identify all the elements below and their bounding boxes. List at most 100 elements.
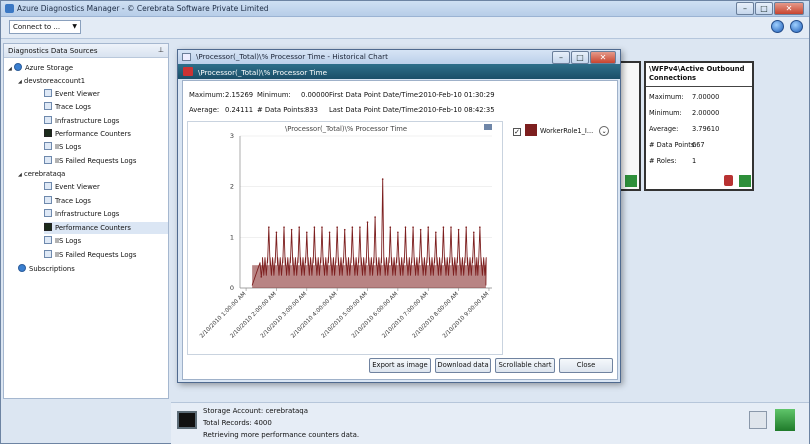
chart-icon[interactable] — [724, 175, 733, 186]
dialog-title-bar: \Processor(_Total)\% Processor Time - Hi… — [178, 50, 620, 64]
data-point — [389, 226, 392, 228]
scrollable-chart-button[interactable]: Scrollable chart — [495, 358, 555, 373]
tree-performance-counters[interactable]: Performance Counters — [44, 128, 131, 140]
last-value: 2010-Feb-10 08:42:35 — [419, 106, 495, 114]
close-button[interactable]: Close — [559, 358, 613, 373]
first-label: First Data Point Date/Time: — [329, 91, 421, 99]
download-data-button[interactable]: Download data — [435, 358, 491, 373]
data-point — [328, 231, 331, 234]
maximize-button[interactable]: □ — [755, 2, 773, 15]
banner-title: \Processor(_Total)\% Processor Time — [198, 68, 328, 77]
tree-label: devstoreaccount1 — [24, 77, 86, 85]
tree-iis-failed-requests[interactable]: IIS Failed Requests Logs — [44, 155, 136, 167]
tree-label: Trace Logs — [55, 197, 91, 205]
close-window-button[interactable]: ✕ — [774, 2, 804, 15]
tree-azure-storage[interactable]: ◢ Azure Storage — [8, 62, 73, 74]
y-tick-label: 3 — [230, 132, 234, 140]
avg-label: Average: — [189, 106, 220, 114]
tree-performance-counters-selected[interactable]: Performance Counters — [44, 222, 168, 234]
stat-value: 2.00000 — [692, 109, 720, 117]
tree-infrastructure-logs[interactable]: Infrastructure Logs — [44, 208, 119, 220]
tree-iis-failed-requests[interactable]: IIS Failed Requests Logs — [44, 249, 136, 261]
sidebar-title: Diagnostics Data Sources — [8, 47, 98, 55]
pin-icon[interactable]: ⊥ — [158, 46, 164, 54]
data-point — [442, 226, 445, 228]
stat-label: Maximum: — [649, 93, 684, 101]
tree-label: IIS Logs — [55, 143, 82, 151]
app-window: Azure Diagnostics Manager - © Cerebrata … — [0, 0, 810, 444]
dialog-body: Maximum: 2.15269 Minimum: 0.00000 First … — [182, 80, 618, 380]
tree-label: IIS Logs — [55, 237, 82, 245]
tree-trace-logs[interactable]: Trace Logs — [44, 101, 91, 113]
tree-infrastructure-logs[interactable]: Infrastructure Logs — [44, 115, 119, 127]
tree-label: Subscriptions — [29, 265, 75, 273]
tree-trace-logs[interactable]: Trace Logs — [44, 195, 91, 207]
data-point — [450, 226, 452, 228]
table-icon — [44, 196, 52, 204]
table-icon — [44, 209, 52, 217]
monitor-icon — [44, 223, 52, 231]
info-icon[interactable] — [771, 20, 784, 33]
tree-devstoreaccount1[interactable]: ◢ devstoreaccount1 — [18, 75, 85, 87]
chevron-down-icon[interactable]: ⌄ — [599, 126, 610, 136]
download-icon[interactable] — [775, 409, 795, 431]
app-icon — [5, 4, 14, 13]
min-value: 0.00000 — [301, 91, 330, 99]
minimize-button[interactable]: – — [736, 2, 754, 15]
tree-cerebrataqa[interactable]: ◢ cerebrataqa — [18, 168, 65, 180]
data-point — [359, 226, 361, 228]
chart-area: \Processor(_Total)\% Processor Time 0123… — [187, 121, 503, 355]
toolbar: Connect to ... ▼ — [1, 17, 809, 39]
chart-legend: ✓ WorkerRole1_I... ⌄ — [513, 124, 610, 136]
y-tick-label: 1 — [230, 233, 234, 241]
avg-value: 0.24111 — [225, 106, 254, 114]
table-icon — [44, 142, 52, 150]
chart-svg: 01232/10/2010 1:00:00 AM2/10/2010 2:00:0… — [199, 132, 492, 340]
points-label: # Data Points: — [257, 106, 306, 114]
tree-event-viewer[interactable]: Event Viewer — [44, 181, 100, 193]
series-checkbox[interactable]: ✓ — [513, 128, 521, 136]
cancel-icon[interactable] — [749, 411, 767, 429]
sidebar: Diagnostics Data Sources ⊥ ◢ Azure Storag… — [3, 43, 169, 399]
series-swatch — [525, 124, 537, 136]
sidebar-header: Diagnostics Data Sources ⊥ — [4, 44, 168, 58]
dialog-close-icon[interactable]: ✕ — [590, 51, 616, 64]
help-icon[interactable] — [790, 20, 803, 33]
tree-label: Performance Counters — [55, 224, 131, 232]
stat-label: # Roles: — [649, 157, 677, 165]
data-point — [397, 231, 399, 234]
tree-iis-logs[interactable]: IIS Logs — [44, 141, 81, 153]
tree-label: cerebrataqa — [24, 170, 66, 178]
download-icon[interactable] — [625, 175, 637, 187]
status-records: Total Records: 4000 — [203, 419, 272, 427]
status-account: Storage Account: cerebrataqa — [203, 407, 309, 415]
data-point — [366, 221, 369, 223]
tree-label: Event Viewer — [55, 90, 100, 98]
legend-label: WorkerRole1_I... — [540, 127, 594, 135]
data-point — [305, 231, 308, 234]
data-point — [374, 216, 376, 218]
export-image-button[interactable]: Export as image — [369, 358, 431, 373]
tree-label: Azure Storage — [25, 64, 74, 72]
min-label: Minimum: — [257, 91, 291, 99]
tree-event-viewer[interactable]: Event Viewer — [44, 88, 100, 100]
data-point — [479, 226, 481, 228]
collapse-icon[interactable]: ◢ — [8, 63, 14, 75]
stat-value: 7.00000 — [692, 93, 720, 101]
dialog-minimize-button[interactable]: – — [552, 51, 570, 64]
dialog-maximize-button[interactable]: □ — [571, 51, 589, 64]
data-point — [336, 226, 338, 228]
stat-value: 667 — [692, 141, 705, 149]
tree-subscriptions[interactable]: Subscriptions — [18, 263, 75, 275]
table-icon — [44, 116, 52, 124]
series-density-band — [252, 265, 486, 288]
connect-dropdown[interactable]: Connect to ... ▼ — [9, 20, 81, 34]
data-point — [298, 226, 301, 228]
data-point — [457, 228, 460, 231]
tree-iis-logs[interactable]: IIS Logs — [44, 235, 81, 247]
download-icon[interactable] — [739, 175, 751, 187]
stat-label: # Data Points: — [649, 141, 697, 149]
tree-label: Infrastructure Logs — [55, 210, 120, 218]
data-point — [313, 226, 316, 228]
connect-label: Connect to ... — [13, 23, 61, 31]
